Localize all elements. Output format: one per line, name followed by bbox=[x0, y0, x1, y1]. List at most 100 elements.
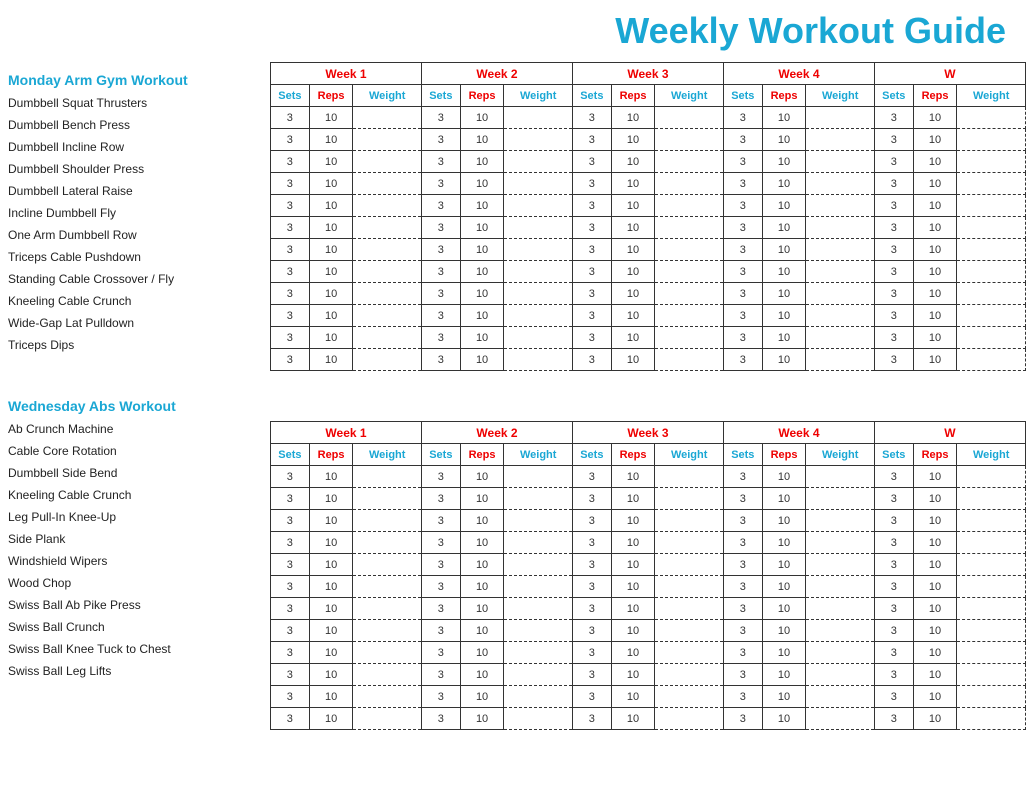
cell-weight[interactable] bbox=[655, 664, 724, 686]
cell-weight[interactable] bbox=[655, 510, 724, 532]
cell-weight[interactable] bbox=[353, 283, 422, 305]
cell-weight[interactable] bbox=[655, 261, 724, 283]
cell-weight[interactable] bbox=[655, 217, 724, 239]
cell-weight[interactable] bbox=[806, 217, 875, 239]
cell-weight[interactable] bbox=[655, 708, 724, 730]
cell-weight[interactable] bbox=[806, 195, 875, 217]
cell-weight[interactable] bbox=[806, 173, 875, 195]
cell-weight[interactable] bbox=[655, 532, 724, 554]
cell-weight[interactable] bbox=[957, 107, 1026, 129]
cell-weight[interactable] bbox=[957, 554, 1026, 576]
cell-weight[interactable] bbox=[655, 686, 724, 708]
cell-weight[interactable] bbox=[957, 708, 1026, 730]
cell-weight[interactable] bbox=[353, 129, 422, 151]
cell-weight[interactable] bbox=[806, 349, 875, 371]
cell-weight[interactable] bbox=[353, 598, 422, 620]
cell-weight[interactable] bbox=[353, 620, 422, 642]
cell-weight[interactable] bbox=[504, 510, 573, 532]
cell-weight[interactable] bbox=[957, 129, 1026, 151]
cell-weight[interactable] bbox=[957, 642, 1026, 664]
cell-weight[interactable] bbox=[504, 327, 573, 349]
cell-weight[interactable] bbox=[504, 173, 573, 195]
cell-weight[interactable] bbox=[806, 708, 875, 730]
cell-weight[interactable] bbox=[806, 129, 875, 151]
cell-weight[interactable] bbox=[655, 151, 724, 173]
cell-weight[interactable] bbox=[655, 239, 724, 261]
cell-weight[interactable] bbox=[957, 239, 1026, 261]
cell-weight[interactable] bbox=[806, 598, 875, 620]
cell-weight[interactable] bbox=[806, 686, 875, 708]
cell-weight[interactable] bbox=[957, 305, 1026, 327]
cell-weight[interactable] bbox=[504, 217, 573, 239]
cell-weight[interactable] bbox=[806, 510, 875, 532]
cell-weight[interactable] bbox=[504, 195, 573, 217]
cell-weight[interactable] bbox=[655, 554, 724, 576]
cell-weight[interactable] bbox=[806, 642, 875, 664]
cell-weight[interactable] bbox=[504, 620, 573, 642]
cell-weight[interactable] bbox=[655, 488, 724, 510]
cell-weight[interactable] bbox=[957, 283, 1026, 305]
cell-weight[interactable] bbox=[806, 261, 875, 283]
cell-weight[interactable] bbox=[353, 305, 422, 327]
cell-weight[interactable] bbox=[655, 466, 724, 488]
cell-weight[interactable] bbox=[806, 466, 875, 488]
cell-weight[interactable] bbox=[957, 217, 1026, 239]
cell-weight[interactable] bbox=[353, 261, 422, 283]
cell-weight[interactable] bbox=[957, 620, 1026, 642]
cell-weight[interactable] bbox=[806, 664, 875, 686]
cell-weight[interactable] bbox=[655, 107, 724, 129]
cell-weight[interactable] bbox=[504, 466, 573, 488]
cell-weight[interactable] bbox=[655, 305, 724, 327]
cell-weight[interactable] bbox=[806, 488, 875, 510]
cell-weight[interactable] bbox=[806, 305, 875, 327]
cell-weight[interactable] bbox=[353, 664, 422, 686]
cell-weight[interactable] bbox=[957, 488, 1026, 510]
cell-weight[interactable] bbox=[353, 532, 422, 554]
cell-weight[interactable] bbox=[353, 554, 422, 576]
cell-weight[interactable] bbox=[655, 195, 724, 217]
cell-weight[interactable] bbox=[655, 173, 724, 195]
cell-weight[interactable] bbox=[353, 217, 422, 239]
cell-weight[interactable] bbox=[957, 598, 1026, 620]
cell-weight[interactable] bbox=[655, 327, 724, 349]
cell-weight[interactable] bbox=[353, 708, 422, 730]
cell-weight[interactable] bbox=[353, 327, 422, 349]
cell-weight[interactable] bbox=[957, 261, 1026, 283]
cell-weight[interactable] bbox=[655, 598, 724, 620]
cell-weight[interactable] bbox=[353, 239, 422, 261]
cell-weight[interactable] bbox=[957, 664, 1026, 686]
cell-weight[interactable] bbox=[957, 466, 1026, 488]
cell-weight[interactable] bbox=[957, 686, 1026, 708]
cell-weight[interactable] bbox=[353, 195, 422, 217]
cell-weight[interactable] bbox=[504, 686, 573, 708]
cell-weight[interactable] bbox=[806, 151, 875, 173]
cell-weight[interactable] bbox=[504, 283, 573, 305]
cell-weight[interactable] bbox=[504, 488, 573, 510]
cell-weight[interactable] bbox=[806, 239, 875, 261]
cell-weight[interactable] bbox=[504, 642, 573, 664]
cell-weight[interactable] bbox=[957, 327, 1026, 349]
cell-weight[interactable] bbox=[806, 327, 875, 349]
cell-weight[interactable] bbox=[957, 349, 1026, 371]
cell-weight[interactable] bbox=[957, 510, 1026, 532]
cell-weight[interactable] bbox=[504, 349, 573, 371]
cell-weight[interactable] bbox=[655, 642, 724, 664]
cell-weight[interactable] bbox=[806, 576, 875, 598]
cell-weight[interactable] bbox=[806, 554, 875, 576]
cell-weight[interactable] bbox=[655, 620, 724, 642]
cell-weight[interactable] bbox=[353, 173, 422, 195]
cell-weight[interactable] bbox=[655, 576, 724, 598]
cell-weight[interactable] bbox=[504, 576, 573, 598]
cell-weight[interactable] bbox=[957, 532, 1026, 554]
cell-weight[interactable] bbox=[806, 620, 875, 642]
cell-weight[interactable] bbox=[353, 466, 422, 488]
cell-weight[interactable] bbox=[504, 554, 573, 576]
cell-weight[interactable] bbox=[504, 261, 573, 283]
cell-weight[interactable] bbox=[504, 598, 573, 620]
cell-weight[interactable] bbox=[504, 532, 573, 554]
cell-weight[interactable] bbox=[957, 576, 1026, 598]
cell-weight[interactable] bbox=[957, 195, 1026, 217]
cell-weight[interactable] bbox=[353, 642, 422, 664]
cell-weight[interactable] bbox=[353, 107, 422, 129]
cell-weight[interactable] bbox=[655, 283, 724, 305]
